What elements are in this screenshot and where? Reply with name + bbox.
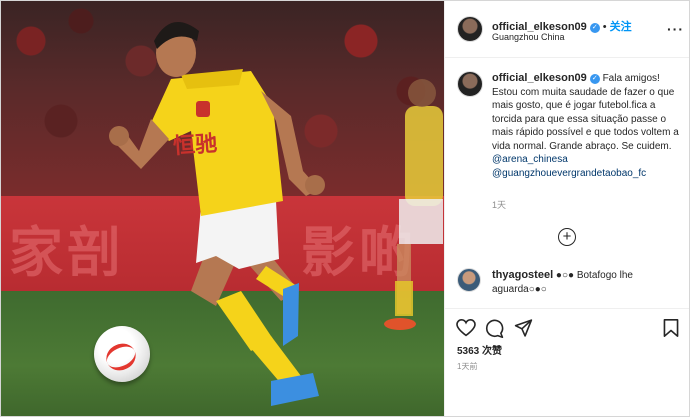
- heart-icon[interactable]: [456, 319, 476, 337]
- post-header: official_elkeson09 ✓ • 关注 Guangzhou China ·…: [445, 1, 689, 58]
- post-location[interactable]: Guangzhou China: [492, 32, 565, 42]
- author-avatar[interactable]: [457, 16, 483, 42]
- comment-item: thyagosteel ●○● Botafogo lhe aguarda○●○: [492, 269, 682, 296]
- mention-link[interactable]: @arena_chinesa: [492, 153, 682, 167]
- separator-dot: •: [602, 21, 607, 33]
- share-icon[interactable]: [514, 319, 533, 337]
- verified-icon: ✓: [589, 23, 600, 33]
- mention-link[interactable]: @guangzhouevergrandetaobao_fc: [492, 167, 682, 181]
- action-bar: 5363 次赞 1天前: [445, 308, 689, 416]
- caption-timestamp: 1天: [492, 200, 507, 210]
- verified-icon: ✓: [589, 74, 600, 84]
- bookmark-icon[interactable]: [663, 319, 679, 337]
- follow-button[interactable]: 关注: [610, 21, 632, 33]
- caption-avatar[interactable]: [457, 71, 483, 97]
- post-photo[interactable]: 家剖 影啲 恒驰: [1, 1, 444, 416]
- soccer-ball: [94, 326, 150, 382]
- likes-count[interactable]: 5363 次赞: [457, 342, 502, 357]
- main-player: [109, 22, 325, 406]
- shirt-sponsor-text: 恒驰: [172, 131, 219, 160]
- comment-icon[interactable]: [485, 319, 504, 338]
- load-more-comments-button[interactable]: +: [558, 228, 576, 246]
- instagram-post: 家剖 影啲 恒驰 official_elkeson09 ✓ • 关注 Guang…: [0, 0, 690, 417]
- post-timestamp: 1天前: [457, 362, 478, 371]
- more-options-icon[interactable]: ···: [667, 21, 684, 37]
- post-caption: official_elkeson09 ✓ Fala amigos! Estou c…: [492, 72, 682, 180]
- commenter-username[interactable]: thyagosteel: [492, 269, 553, 281]
- caption-text: Fala amigos! Estou com muita saudade de …: [492, 73, 679, 152]
- post-panel: official_elkeson09 ✓ • 关注 Guangzhou China ·…: [444, 1, 689, 416]
- caption-username[interactable]: official_elkeson09: [492, 72, 587, 84]
- commenter-avatar[interactable]: [457, 268, 481, 292]
